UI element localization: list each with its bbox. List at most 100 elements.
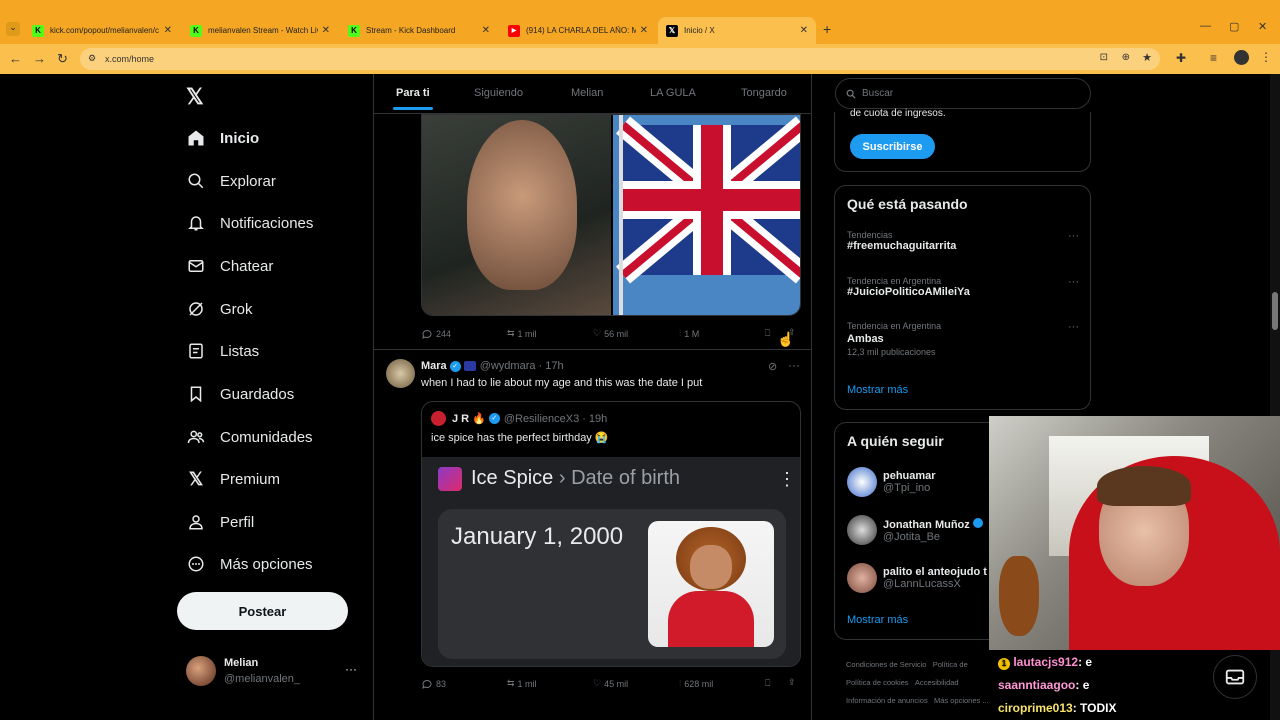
profile-avatar[interactable] bbox=[1234, 50, 1249, 65]
x-logo-icon[interactable]: 𝕏 bbox=[186, 84, 204, 110]
sidebar-item-listas[interactable]: Listas bbox=[186, 341, 259, 361]
mail-icon bbox=[1225, 669, 1245, 685]
footer-link[interactable]: Accesibilidad bbox=[915, 678, 959, 687]
share-icon[interactable]: ⇪ bbox=[788, 677, 796, 688]
quoted-post[interactable]: J R 🔥 ✓ @ResilienceX3 · 19h ice spice ha… bbox=[421, 401, 801, 667]
views-button[interactable]: ⫶ 628 mil bbox=[679, 678, 713, 689]
verified-badge-icon: ✓ bbox=[488, 413, 500, 424]
close-tab-icon[interactable]: ✕ bbox=[800, 25, 808, 36]
sidebar-item-perfil[interactable]: Perfil bbox=[186, 512, 254, 532]
tab-melian[interactable]: Melian bbox=[571, 87, 603, 99]
browser-tab-5-active[interactable]: 𝕏 Inicio / X ✕ bbox=[658, 17, 816, 44]
tab-search-button[interactable]: ⌄ bbox=[6, 22, 20, 36]
like-button[interactable]: ♡ 45 mil bbox=[593, 678, 628, 689]
trend-item[interactable]: Tendencias #freemuchaguitarrita ··· bbox=[847, 230, 1079, 252]
maximize-button[interactable]: ▢ bbox=[1229, 20, 1239, 33]
footer-link[interactable]: Política de bbox=[933, 660, 968, 669]
sidebar-item-inicio[interactable]: Inicio bbox=[186, 128, 259, 148]
close-tab-icon[interactable]: ✕ bbox=[640, 25, 648, 36]
sidebar-item-mas-opciones[interactable]: Más opciones bbox=[186, 554, 313, 574]
mail-icon bbox=[186, 256, 206, 276]
new-tab-button[interactable]: + bbox=[823, 21, 831, 37]
back-icon[interactable]: ← bbox=[9, 51, 22, 66]
follow-suggestion[interactable]: Jonathan Muñoz @Jotita_Be bbox=[847, 515, 983, 545]
sidebar-item-notificaciones[interactable]: Notificaciones bbox=[186, 213, 313, 233]
close-tab-icon[interactable]: ✕ bbox=[322, 25, 330, 36]
footer-link[interactable]: Política de cookies bbox=[846, 678, 909, 687]
quote-text: ice spice has the perfect birthday 😭 bbox=[431, 432, 609, 444]
account-name: Melian bbox=[224, 657, 259, 669]
sidebar-item-premium[interactable]: 𝕏 Premium bbox=[186, 469, 280, 489]
post-more-icon[interactable]: ··· bbox=[788, 358, 800, 372]
reply-button[interactable]: 244 bbox=[421, 328, 451, 340]
sidebar-item-explorar[interactable]: Explorar bbox=[186, 171, 276, 191]
home-icon bbox=[186, 128, 206, 148]
close-window-button[interactable]: ✕ bbox=[1258, 20, 1267, 33]
follow-title: A quién seguir bbox=[847, 433, 944, 449]
bookmark-icon[interactable]: ⎕ bbox=[765, 328, 770, 339]
extensions-icon[interactable]: ✚ bbox=[1176, 51, 1186, 65]
zoom-icon[interactable]: ⊕ bbox=[1122, 52, 1130, 63]
search-input[interactable]: Buscar bbox=[835, 78, 1091, 109]
browser-tab-4[interactable]: ▶ (914) LA CHARLA DEL AÑO: Me ✕ bbox=[500, 17, 656, 44]
follow-suggestion[interactable]: pehuamar @Tpi_ino bbox=[847, 467, 936, 497]
post-time[interactable]: · 17h bbox=[538, 360, 563, 372]
reload-icon[interactable]: ↻ bbox=[57, 51, 68, 67]
show-more-link[interactable]: Mostrar más bbox=[847, 384, 908, 396]
reply-button[interactable]: 83 bbox=[421, 678, 446, 690]
media-icon[interactable]: ≡ bbox=[1210, 51, 1217, 65]
account-avatar[interactable] bbox=[186, 656, 216, 686]
post-author-name[interactable]: Mara bbox=[421, 360, 447, 372]
trending-title: Qué está pasando bbox=[847, 196, 968, 212]
follow-suggestion[interactable]: palito el anteojudo t @LannLucassX bbox=[847, 563, 987, 593]
footer-link[interactable]: Más opciones ... bbox=[934, 696, 989, 705]
trend-more-icon[interactable]: ··· bbox=[1068, 321, 1079, 333]
site-info-icon[interactable]: ⚙ bbox=[88, 53, 96, 64]
star-icon[interactable]: ★ bbox=[1142, 51, 1152, 64]
forward-icon[interactable]: → bbox=[33, 51, 46, 66]
sidebar-item-comunidades[interactable]: Comunidades bbox=[186, 427, 313, 447]
sidebar-item-guardados[interactable]: Guardados bbox=[186, 384, 294, 404]
trend-item[interactable]: Tendencia en Argentina Ambas 12,3 mil pu… bbox=[847, 321, 1079, 357]
post-media[interactable] bbox=[421, 114, 801, 316]
close-tab-icon[interactable]: ✕ bbox=[482, 25, 490, 36]
post-header: Mara ✓ @wydmara · 17h bbox=[421, 360, 564, 372]
quote-time: · 19h bbox=[582, 412, 608, 425]
sidebar-item-grok[interactable]: Grok bbox=[186, 299, 253, 319]
like-button[interactable]: ♡ 56 mil bbox=[593, 328, 628, 339]
trend-more-icon[interactable]: ··· bbox=[1068, 276, 1079, 288]
tab-siguiendo[interactable]: Siguiendo bbox=[474, 87, 523, 99]
browser-tab-2[interactable]: K melianvalen Stream - Watch Liv ✕ bbox=[182, 17, 338, 44]
trend-more-icon[interactable]: ··· bbox=[1068, 230, 1079, 242]
grok-icon[interactable]: ⊘ bbox=[768, 360, 777, 373]
post-avatar[interactable] bbox=[386, 359, 415, 388]
account-more-icon[interactable]: ··· bbox=[345, 662, 357, 676]
show-more-link[interactable]: Mostrar más bbox=[847, 614, 908, 626]
photo-left bbox=[422, 115, 611, 315]
scrollbar-thumb[interactable] bbox=[1272, 292, 1278, 330]
address-bar[interactable]: ⚙ x.com/home ⊡ ⊕ ★ bbox=[80, 48, 1160, 70]
close-tab-icon[interactable]: ✕ bbox=[164, 25, 172, 36]
views-button[interactable]: ⫶ 1 M bbox=[679, 328, 699, 339]
browser-tab-1[interactable]: K kick.com/popout/melianvalen/c ✕ bbox=[24, 17, 180, 44]
minimize-button[interactable]: — bbox=[1200, 20, 1211, 32]
footer-link[interactable]: Condiciones de Servicio bbox=[846, 660, 926, 669]
tab-tongardo[interactable]: Tongardo bbox=[741, 87, 787, 99]
tab-la-gula[interactable]: LA GULA bbox=[650, 87, 696, 99]
repost-button[interactable]: ⇆ 1 mil bbox=[507, 678, 537, 689]
subscribe-button[interactable]: Suscribirse bbox=[850, 134, 935, 159]
trend-item[interactable]: Tendencia en Argentina #JuicioPoliticoAM… bbox=[847, 276, 1079, 298]
affiliate-badge-icon bbox=[463, 361, 476, 371]
footer-link[interactable]: Información de anuncios bbox=[846, 696, 928, 705]
sidebar-item-chatear[interactable]: Chatear bbox=[186, 256, 273, 276]
messages-drawer-button[interactable] bbox=[1213, 655, 1257, 699]
tab-para-ti[interactable]: Para ti bbox=[396, 87, 430, 99]
repost-button[interactable]: ⇆ 1 mil bbox=[507, 328, 537, 339]
browser-tab-3[interactable]: K Stream - Kick Dashboard ✕ bbox=[340, 17, 498, 44]
post-button[interactable]: Postear bbox=[177, 592, 348, 630]
reply-icon bbox=[422, 330, 432, 339]
post-author-handle[interactable]: @wydmara bbox=[480, 360, 536, 372]
bookmark-icon[interactable]: ⎕ bbox=[765, 678, 770, 689]
install-icon[interactable]: ⊡ bbox=[1100, 52, 1108, 63]
menu-icon[interactable]: ⋮ bbox=[1260, 50, 1272, 64]
